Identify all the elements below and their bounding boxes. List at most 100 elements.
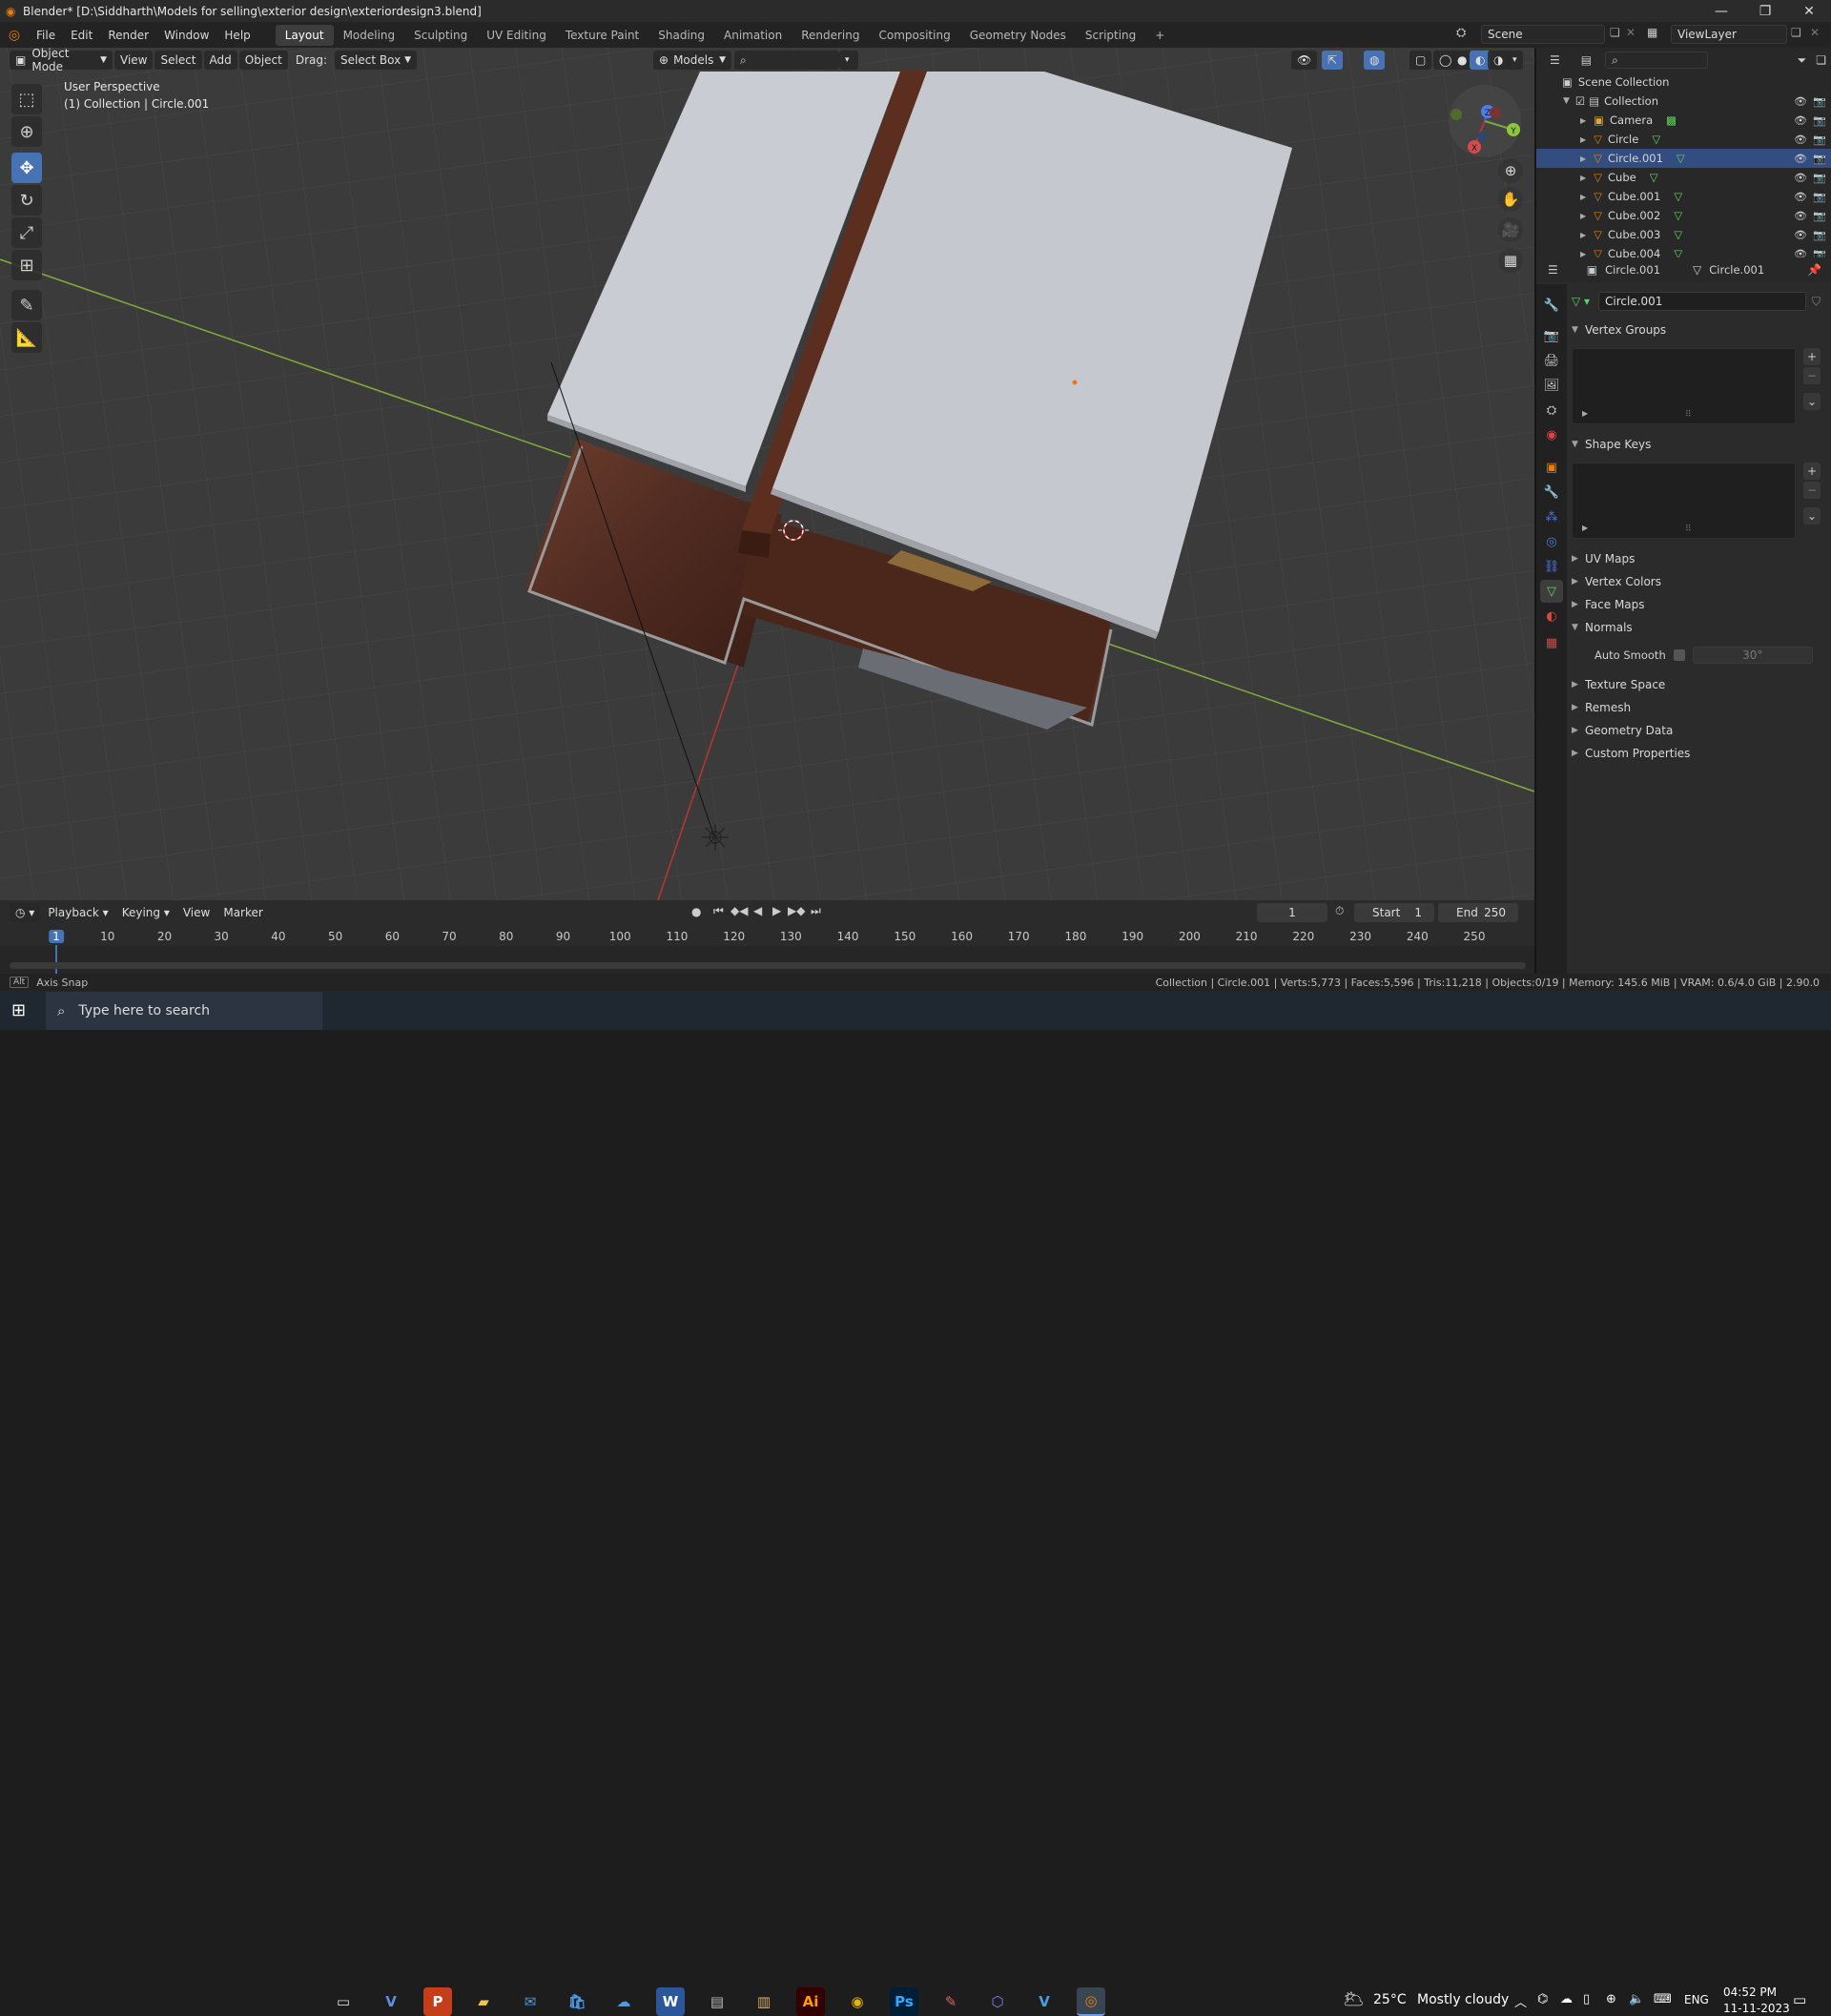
tray-app-icon[interactable]: ⌬: [1537, 1992, 1548, 2006]
outliner-item[interactable]: ▶ ▽ Cube ▽ 👁 📷: [1536, 168, 1831, 187]
photoshop-app-icon[interactable]: Ps: [890, 1987, 918, 2016]
current-frame-field[interactable]: 1: [1257, 903, 1327, 922]
mesh-data-icon[interactable]: ▽: [1650, 171, 1658, 184]
outliner-search[interactable]: ⌕: [1605, 51, 1709, 69]
object-menu[interactable]: Object: [238, 51, 288, 70]
menu-window[interactable]: Window: [156, 29, 216, 42]
volume-icon[interactable]: 🔈: [1629, 1992, 1644, 2006]
expand-arrow-icon[interactable]: ▶: [1580, 193, 1586, 201]
tab-animation[interactable]: Animation: [714, 25, 792, 46]
visibility-icon[interactable]: 👁: [1291, 51, 1318, 70]
weather-icon[interactable]: 🌥: [1343, 1989, 1365, 2009]
tab-scripting[interactable]: Scripting: [1076, 25, 1145, 46]
vertex-groups-list[interactable]: ▶ ⠿: [1572, 348, 1796, 424]
clock-time[interactable]: 04:52 PM: [1723, 1985, 1777, 1999]
stopwatch-icon[interactable]: ⏱: [1335, 904, 1344, 918]
delete-scene-icon[interactable]: ✕: [1626, 26, 1636, 39]
tab-geometry-nodes[interactable]: Geometry Nodes: [960, 25, 1076, 46]
editor-type-icon[interactable]: ☰: [1550, 53, 1560, 67]
eye-icon[interactable]: 👁: [1794, 153, 1807, 165]
expand-arrow-icon[interactable]: ▶: [1580, 135, 1586, 144]
drag-dropdown[interactable]: Select Box ▼: [335, 51, 418, 70]
word-app-icon[interactable]: W: [656, 1987, 685, 2016]
view-menu[interactable]: View: [114, 51, 154, 70]
pin-icon[interactable]: 📌: [1807, 263, 1821, 277]
expand-arrow-icon[interactable]: ▶: [1580, 116, 1586, 125]
expand-arrow-icon[interactable]: ▼: [1563, 96, 1570, 106]
mesh-data-icon[interactable]: ▽: [1677, 152, 1685, 165]
view-layer-icon[interactable]: ▦: [1647, 26, 1657, 39]
eye-icon[interactable]: 👁: [1794, 114, 1807, 127]
outliner-item[interactable]: ▶ ▽ Cube.003 ▽ 👁 📷: [1536, 225, 1831, 244]
resize-handle-icon[interactable]: ⠿: [1685, 525, 1692, 534]
battery-icon[interactable]: ▯: [1583, 1992, 1590, 2006]
overlay-toggle-icon[interactable]: ◍: [1364, 51, 1386, 70]
render-tab-icon[interactable]: 📷: [1540, 324, 1563, 347]
start-frame-field[interactable]: Start 1: [1354, 903, 1434, 922]
world-tab-icon[interactable]: ◉: [1540, 423, 1563, 446]
texture-tab-icon[interactable]: ▦: [1540, 631, 1563, 654]
eye-icon[interactable]: 👁: [1794, 95, 1807, 108]
vivaldi-second-app-icon[interactable]: V: [1030, 1987, 1059, 2016]
snap-dropdown[interactable]: ▾: [839, 51, 858, 70]
add-workspace-button[interactable]: +: [1145, 25, 1174, 46]
scene-selector[interactable]: Scene: [1481, 25, 1605, 44]
geometry-data-section[interactable]: ▶ Geometry Data: [1572, 720, 1823, 741]
vivaldi-app-icon[interactable]: V: [377, 1987, 405, 2016]
play-button[interactable]: ▶: [772, 904, 781, 917]
mode-dropdown[interactable]: ▣ Object Mode ▼: [10, 47, 113, 73]
custom-properties-section[interactable]: ▶ Custom Properties: [1572, 743, 1823, 764]
timeline-scrollbar[interactable]: [10, 962, 1526, 969]
tab-modeling[interactable]: Modeling: [334, 25, 405, 46]
outliner-scene-collection[interactable]: ▣ Scene Collection: [1536, 72, 1831, 92]
delete-view-layer-icon[interactable]: ✕: [1810, 26, 1820, 39]
remesh-section[interactable]: ▶ Remesh: [1572, 697, 1823, 718]
cursor-tool[interactable]: ⊕: [11, 116, 42, 147]
tool-tab-icon[interactable]: 🔧: [1540, 294, 1563, 317]
checkbox-icon[interactable]: ☑: [1575, 94, 1585, 108]
eye-icon[interactable]: 👁: [1794, 172, 1807, 184]
physics-tab-icon[interactable]: ◎: [1540, 530, 1563, 553]
mesh-data-icon[interactable]: ▽: [1674, 209, 1682, 222]
add-menu[interactable]: Add: [203, 51, 237, 70]
mesh-data-icon[interactable]: ▽: [1674, 228, 1682, 241]
editor-type-icon[interactable]: ☰: [1548, 263, 1558, 277]
playhead-line[interactable]: [55, 945, 57, 974]
mesh-name-field[interactable]: Circle.001: [1598, 292, 1806, 311]
auto-smooth-angle-field[interactable]: 30°: [1692, 647, 1813, 664]
new-view-layer-icon[interactable]: ❏: [1791, 26, 1801, 39]
expand-arrow-icon[interactable]: ▶: [1580, 212, 1586, 220]
timeline-view-menu[interactable]: View: [177, 903, 216, 922]
output-tab-icon[interactable]: 🖨: [1540, 349, 1563, 372]
language-indicator[interactable]: ENG: [1684, 1993, 1709, 2006]
material-tab-icon[interactable]: ◐: [1540, 605, 1563, 627]
eye-icon[interactable]: 👁: [1794, 134, 1807, 146]
task-view-icon[interactable]: ▭: [329, 1987, 358, 2016]
annotate-tool[interactable]: ✎: [11, 290, 42, 320]
powerpoint-app-icon[interactable]: P: [423, 1987, 452, 2016]
clock-date[interactable]: 11-11-2023: [1723, 2002, 1790, 2015]
zoom-view-button[interactable]: ⊕: [1498, 158, 1523, 183]
normals-section[interactable]: ▼ Normals: [1572, 617, 1823, 638]
expand-arrow-icon[interactable]: ▶: [1580, 154, 1586, 163]
tab-compositing[interactable]: Compositing: [869, 25, 959, 46]
transform-tool[interactable]: ⊞: [11, 250, 42, 280]
eye-icon[interactable]: 👁: [1794, 191, 1807, 203]
rotate-tool[interactable]: ↻: [11, 185, 42, 216]
expand-arrow-icon[interactable]: ▶: [1580, 174, 1586, 182]
camera-render-icon[interactable]: 📷: [1813, 134, 1826, 146]
move-tool[interactable]: ✥: [11, 153, 42, 183]
file-explorer-app-icon[interactable]: ▰: [469, 1987, 498, 2016]
notifications-icon[interactable]: ▭: [1793, 1991, 1806, 2008]
eye-icon[interactable]: 👁: [1794, 210, 1807, 222]
keyboard-icon[interactable]: ⌨: [1654, 1992, 1672, 2006]
particles-tab-icon[interactable]: ⁂: [1540, 505, 1563, 528]
constraints-tab-icon[interactable]: ⛓: [1540, 555, 1563, 578]
gizmo-toggle-icon[interactable]: ⇱: [1322, 51, 1344, 70]
pivot-search[interactable]: ⌕: [734, 51, 839, 70]
minimize-button[interactable]: —: [1699, 0, 1743, 22]
orthographic-toggle-button[interactable]: ▦: [1498, 248, 1523, 273]
modifier-tab-icon[interactable]: 🔧: [1540, 481, 1563, 504]
taskbar-search-box[interactable]: ⌕ Type here to search: [46, 991, 322, 1030]
chrome-app-icon[interactable]: ◉: [843, 1987, 872, 2016]
